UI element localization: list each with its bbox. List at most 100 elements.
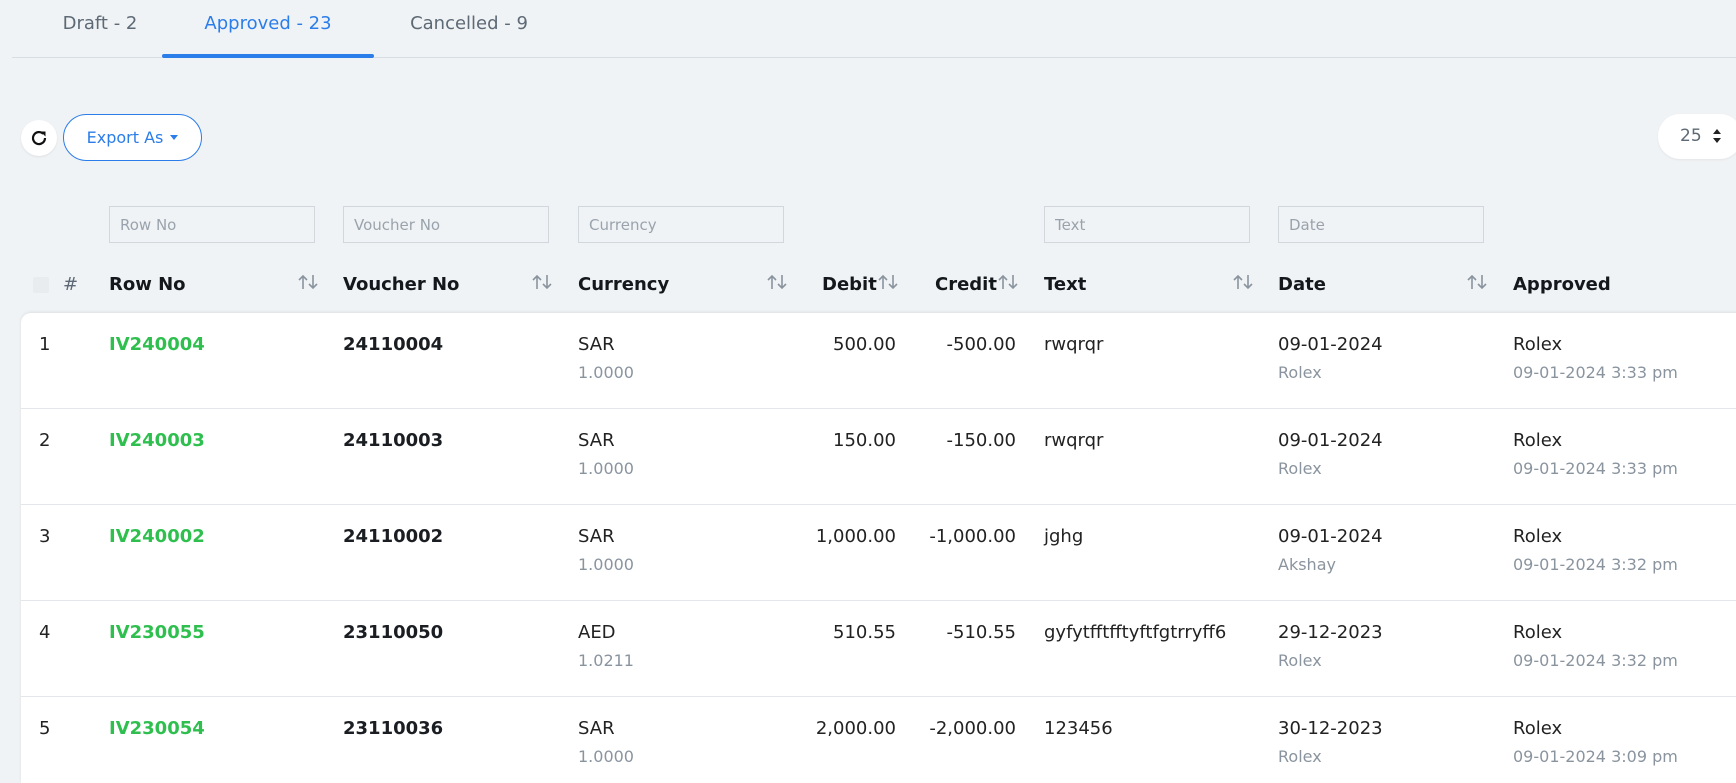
filter-voucher-no[interactable] — [343, 206, 549, 243]
col-debit-header: Debit — [822, 274, 877, 295]
tab-cancelled[interactable]: Cancelled - 9 — [388, 0, 550, 57]
col-text-header: Text — [1044, 274, 1087, 295]
export-as-button[interactable]: Export As — [63, 114, 202, 161]
col-index-header: # — [63, 274, 79, 295]
filter-date[interactable] — [1278, 206, 1484, 243]
row-text: 123456 — [1044, 718, 1113, 739]
approved-at: 09-01-2024 3:33 pm — [1513, 459, 1678, 478]
debit-amount: 150.00 — [833, 430, 896, 451]
tab-draft-label: Draft - 2 — [62, 13, 138, 34]
row-index: 1 — [39, 334, 51, 355]
table-row[interactable]: 5 IV230054 23110036 SAR 1.0000 2,000.00 … — [21, 697, 1736, 783]
currency-code: SAR — [578, 526, 615, 547]
active-tab-indicator — [162, 54, 374, 58]
row-text: gyfytfftfftyftfgtrryff6 — [1044, 622, 1227, 643]
col-currency-header: Currency — [578, 274, 670, 295]
debit-amount: 510.55 — [833, 622, 896, 643]
row-no-link[interactable]: IV240004 — [109, 334, 205, 355]
export-as-label: Export As — [86, 128, 164, 147]
credit-amount: -500.00 — [946, 334, 1016, 355]
approved-by: Rolex — [1513, 622, 1563, 643]
exchange-rate: 1.0000 — [578, 555, 634, 574]
debit-amount: 2,000.00 — [815, 718, 896, 739]
tab-cancelled-label: Cancelled - 9 — [410, 13, 528, 34]
sort-debit-icon[interactable] — [877, 273, 899, 291]
credit-amount: -510.55 — [946, 622, 1016, 643]
row-text: rwqrqr — [1044, 430, 1104, 451]
approved-by: Rolex — [1513, 718, 1563, 739]
row-date: 09-01-2024 — [1278, 526, 1383, 547]
voucher-no: 23110050 — [343, 622, 444, 643]
page-size-select[interactable]: 25 — [1658, 114, 1736, 159]
exchange-rate: 1.0000 — [578, 363, 634, 382]
voucher-no: 24110002 — [343, 526, 444, 547]
created-by: Rolex — [1278, 363, 1322, 382]
sort-row-no-icon[interactable] — [297, 273, 319, 291]
col-voucher-no-header: Voucher No — [343, 274, 460, 295]
created-by: Rolex — [1278, 459, 1322, 478]
sort-text-icon[interactable] — [1232, 273, 1254, 291]
table-row[interactable]: 4 IV230055 23110050 AED 1.0211 510.55 -5… — [21, 601, 1736, 697]
row-date: 30-12-2023 — [1278, 718, 1383, 739]
currency-code: SAR — [578, 334, 615, 355]
row-index: 4 — [39, 622, 51, 643]
col-approved-header: Approved — [1513, 274, 1611, 295]
approved-at: 09-01-2024 3:32 pm — [1513, 555, 1678, 574]
filter-text[interactable] — [1044, 206, 1250, 243]
tab-approved[interactable]: Approved - 23 — [162, 0, 374, 58]
row-date: 09-01-2024 — [1278, 430, 1383, 451]
voucher-no: 23110036 — [343, 718, 444, 739]
approved-at: 09-01-2024 3:09 pm — [1513, 747, 1678, 766]
col-date-header: Date — [1278, 274, 1326, 295]
row-index: 5 — [39, 718, 51, 739]
sort-voucher-no-icon[interactable] — [531, 273, 553, 291]
table-row[interactable]: 2 IV240003 24110003 SAR 1.0000 150.00 -1… — [21, 409, 1736, 505]
row-text: jghg — [1044, 526, 1084, 547]
exchange-rate: 1.0000 — [578, 747, 634, 766]
row-index: 3 — [39, 526, 51, 547]
created-by: Rolex — [1278, 651, 1322, 670]
approved-by: Rolex — [1513, 526, 1563, 547]
row-text: rwqrqr — [1044, 334, 1104, 355]
refresh-icon — [31, 131, 47, 146]
row-index: 2 — [39, 430, 51, 451]
sort-select-icon — [1713, 129, 1721, 143]
row-no-link[interactable]: IV240003 — [109, 430, 205, 451]
filter-row-no[interactable] — [109, 206, 315, 243]
voucher-no: 24110004 — [343, 334, 444, 355]
table-row[interactable]: 3 IV240002 24110002 SAR 1.0000 1,000.00 … — [21, 505, 1736, 601]
sort-credit-icon[interactable] — [997, 273, 1019, 291]
approved-at: 09-01-2024 3:32 pm — [1513, 651, 1678, 670]
approved-at: 09-01-2024 3:33 pm — [1513, 363, 1678, 382]
credit-amount: -2,000.00 — [929, 718, 1016, 739]
approved-by: Rolex — [1513, 334, 1563, 355]
page-size-value: 25 — [1680, 126, 1702, 146]
row-no-link[interactable]: IV230054 — [109, 718, 205, 739]
exchange-rate: 1.0211 — [578, 651, 634, 670]
filter-currency[interactable] — [578, 206, 784, 243]
tab-approved-label: Approved - 23 — [204, 13, 332, 34]
refresh-button[interactable] — [21, 120, 57, 156]
currency-code: SAR — [578, 430, 615, 451]
currency-code: AED — [578, 622, 616, 643]
credit-amount: -1,000.00 — [929, 526, 1016, 547]
sort-date-icon[interactable] — [1466, 273, 1488, 291]
created-by: Rolex — [1278, 747, 1322, 766]
currency-code: SAR — [578, 718, 615, 739]
select-all-checkbox[interactable] — [33, 277, 49, 293]
vouchers-table-body: 1 IV240004 24110004 SAR 1.0000 500.00 -5… — [21, 313, 1736, 783]
col-credit-header: Credit — [935, 274, 997, 295]
created-by: Akshay — [1278, 555, 1336, 574]
sort-currency-icon[interactable] — [766, 273, 788, 291]
debit-amount: 1,000.00 — [815, 526, 896, 547]
credit-amount: -150.00 — [946, 430, 1016, 451]
row-no-link[interactable]: IV240002 — [109, 526, 205, 547]
tab-draft[interactable]: Draft - 2 — [40, 0, 160, 57]
table-row[interactable]: 1 IV240004 24110004 SAR 1.0000 500.00 -5… — [21, 313, 1736, 409]
caret-down-icon — [170, 135, 179, 140]
debit-amount: 500.00 — [833, 334, 896, 355]
status-tabs: Draft - 2 Approved - 23 Cancelled - 9 — [12, 0, 1736, 58]
row-no-link[interactable]: IV230055 — [109, 622, 205, 643]
row-date: 29-12-2023 — [1278, 622, 1383, 643]
row-date: 09-01-2024 — [1278, 334, 1383, 355]
